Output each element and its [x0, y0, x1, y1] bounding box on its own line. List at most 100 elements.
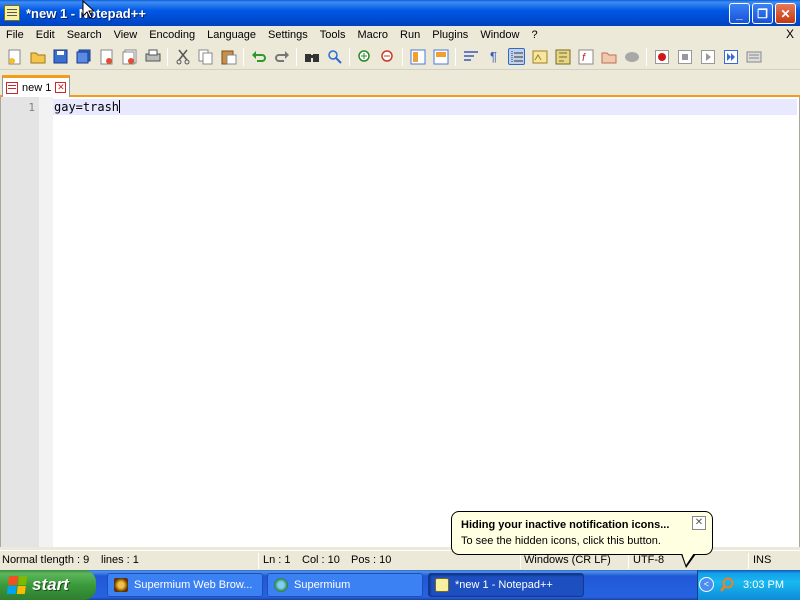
- cut-icon[interactable]: [174, 48, 191, 65]
- text-caret: [119, 100, 121, 113]
- sync-horizontal-icon[interactable]: [432, 48, 449, 65]
- close-all-icon[interactable]: [121, 48, 138, 65]
- title-bar[interactable]: *new 1 - Notepad++ _ ❐ ✕: [0, 0, 800, 26]
- open-file-icon[interactable]: [29, 48, 46, 65]
- find-icon[interactable]: [303, 48, 320, 65]
- search-tray-icon[interactable]: [719, 577, 735, 593]
- notepadpp-app-icon[interactable]: [4, 5, 20, 21]
- status-ln: Ln : 1: [263, 554, 291, 566]
- start-button[interactable]: start: [0, 570, 96, 600]
- balloon-close-icon[interactable]: ✕: [692, 516, 706, 530]
- zoom-in-icon[interactable]: [356, 48, 373, 65]
- status-file-type: Normal t: [2, 554, 44, 566]
- redo-icon[interactable]: [273, 48, 290, 65]
- doc-map-icon[interactable]: [554, 48, 571, 65]
- status-divider: [748, 553, 749, 569]
- document-tab-bar: new 1 ✕: [0, 72, 800, 97]
- function-list-icon[interactable]: f: [577, 48, 594, 65]
- toolbar-separator: [402, 47, 403, 66]
- undo-icon[interactable]: [250, 48, 267, 65]
- line-number: 1: [28, 101, 35, 114]
- code-line-text: gay=trash: [54, 100, 120, 114]
- run-macro-multiple-icon[interactable]: [722, 48, 739, 65]
- clock[interactable]: 3:03 PM: [743, 579, 784, 591]
- menu-encoding[interactable]: Encoding: [143, 29, 201, 41]
- editor-area[interactable]: 1 gay=trash: [0, 97, 800, 547]
- menu-window[interactable]: Window: [474, 29, 525, 41]
- copy-icon[interactable]: [197, 48, 214, 65]
- status-divider: [258, 553, 259, 569]
- menu-view[interactable]: View: [108, 29, 144, 41]
- tab-label: new 1: [22, 81, 52, 94]
- show-all-chars-icon[interactable]: ¶: [485, 48, 502, 65]
- status-divider: [520, 553, 521, 569]
- paste-icon[interactable]: [220, 48, 237, 65]
- balloon-text: To see the hidden icons, click this butt…: [461, 535, 661, 547]
- system-tray: < 3:03 PM: [697, 570, 800, 600]
- save-all-icon[interactable]: [75, 48, 92, 65]
- start-label: start: [32, 575, 69, 594]
- line-number-gutter: 1: [1, 97, 53, 547]
- tab-new-1[interactable]: new 1 ✕: [2, 75, 70, 97]
- save-macro-icon[interactable]: [745, 48, 762, 65]
- supermium-icon: [274, 578, 288, 592]
- balloon-title: Hiding your inactive notification icons.…: [461, 519, 670, 531]
- taskbar-button-notepadpp[interactable]: *new 1 - Notepad++: [428, 573, 584, 597]
- status-insert-mode[interactable]: INS: [753, 554, 771, 566]
- save-icon[interactable]: [52, 48, 69, 65]
- print-icon[interactable]: [144, 48, 161, 65]
- toolbar-separator: [349, 47, 350, 66]
- menu-search[interactable]: Search: [61, 29, 108, 41]
- zoom-out-icon[interactable]: [379, 48, 396, 65]
- close-icon[interactable]: [98, 48, 115, 65]
- new-file-icon[interactable]: [6, 48, 23, 65]
- mouse-cursor-icon: [82, 0, 94, 19]
- status-eol[interactable]: Windows (CR LF): [524, 554, 611, 566]
- menu-file[interactable]: File: [0, 29, 30, 41]
- minimize-button[interactable]: _: [729, 3, 750, 24]
- status-encoding[interactable]: UTF-8: [633, 554, 664, 566]
- taskbar-button-label: *new 1 - Notepad++: [455, 579, 553, 591]
- user-language-icon[interactable]: [531, 48, 548, 65]
- taskbar-button-supermium-web-browser[interactable]: Supermium Web Brow...: [107, 573, 263, 597]
- taskbar: start Supermium Web Brow... Supermium *n…: [0, 570, 800, 600]
- close-window-button[interactable]: ✕: [775, 3, 796, 24]
- code-line[interactable]: gay=trash: [54, 100, 121, 114]
- status-col: Col : 10: [302, 554, 340, 566]
- balloon-tail-fill: [682, 553, 694, 565]
- menu-run[interactable]: Run: [394, 29, 426, 41]
- taskbar-button-label: Supermium Web Brow...: [134, 579, 253, 591]
- menu-language[interactable]: Language: [201, 29, 262, 41]
- toolbar: ¶ f: [0, 44, 800, 70]
- notification-balloon[interactable]: Hiding your inactive notification icons.…: [451, 511, 713, 555]
- status-divider: [628, 553, 629, 569]
- window-controls: _ ❐ ✕: [729, 3, 796, 24]
- record-macro-icon[interactable]: [653, 48, 670, 65]
- notepadpp-icon: [435, 578, 449, 592]
- menu-macro[interactable]: Macro: [351, 29, 394, 41]
- fold-margin[interactable]: [39, 97, 53, 547]
- menu-tools[interactable]: Tools: [314, 29, 352, 41]
- menu-edit[interactable]: Edit: [30, 29, 61, 41]
- supermium-browser-icon: [114, 578, 128, 592]
- menu-plugins[interactable]: Plugins: [426, 29, 474, 41]
- maximize-button[interactable]: ❐: [752, 3, 773, 24]
- close-document-button[interactable]: X: [786, 27, 794, 41]
- menu-bar: File Edit Search View Encoding Language …: [0, 26, 800, 44]
- replace-icon[interactable]: [326, 48, 343, 65]
- menu-settings[interactable]: Settings: [262, 29, 314, 41]
- stop-macro-icon[interactable]: [676, 48, 693, 65]
- status-length: length : 9: [44, 554, 90, 566]
- taskbar-button-supermium[interactable]: Supermium: [267, 573, 423, 597]
- indent-guide-icon[interactable]: [508, 48, 525, 65]
- folder-workspace-icon[interactable]: [600, 48, 617, 65]
- word-wrap-icon[interactable]: [462, 48, 479, 65]
- monitoring-icon[interactable]: [623, 48, 640, 65]
- tab-close-icon[interactable]: ✕: [55, 82, 67, 93]
- play-macro-icon[interactable]: [699, 48, 716, 65]
- unsaved-file-icon: [6, 81, 18, 94]
- taskbar-button-label: Supermium: [294, 579, 351, 591]
- show-hidden-icons-button[interactable]: <: [699, 577, 714, 592]
- menu-help[interactable]: ?: [525, 29, 543, 41]
- sync-vertical-icon[interactable]: [409, 48, 426, 65]
